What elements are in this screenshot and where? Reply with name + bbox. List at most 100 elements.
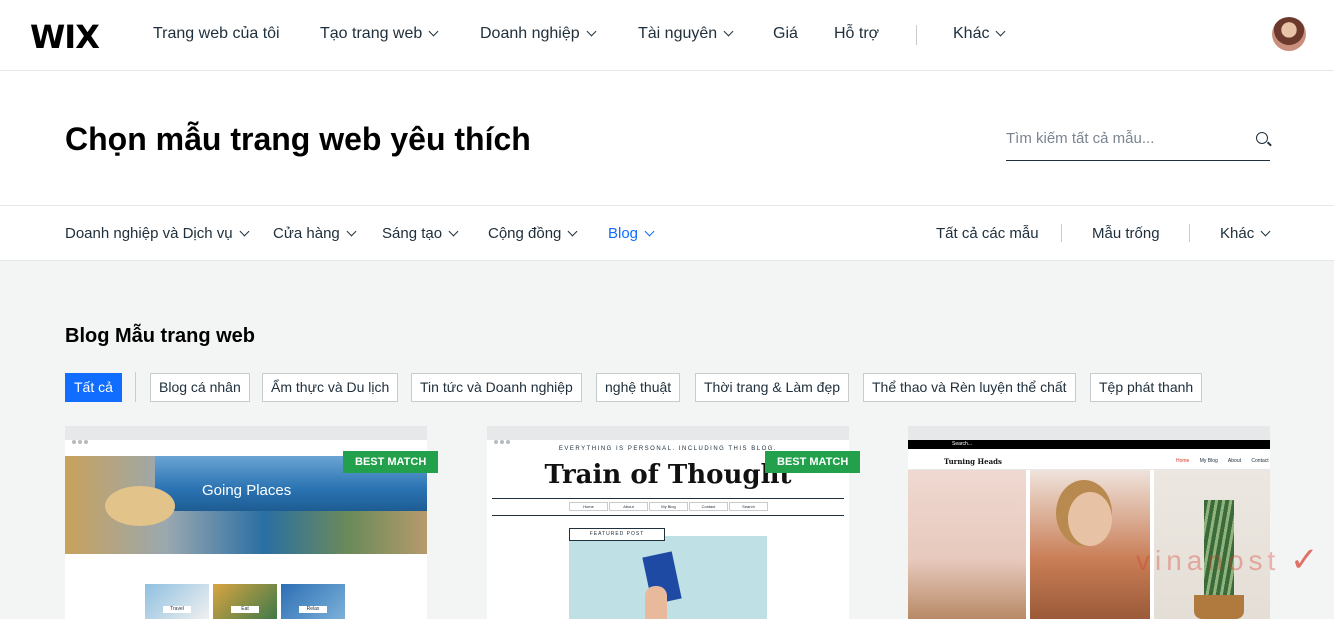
browser-bar [908,426,1270,444]
search-icon[interactable] [1256,132,1268,144]
nav-divider [916,25,917,45]
rule-line [492,515,844,516]
tile-label: Relax [299,606,327,613]
chevron-down-icon [346,226,357,237]
search-input[interactable] [1006,127,1236,147]
subnav-divider [1189,224,1190,242]
browser-bar [65,426,427,444]
filter-chip-food-travel[interactable]: Ẩm thực và Du lịch [262,373,399,402]
menu-item: My Blog [1199,458,1218,464]
all-templates-link[interactable]: Tất cả các mẫu [936,225,1039,242]
top-navigation: WIX Trang web của tôi Tạo trang web Doan… [0,0,1334,71]
nav-my-sites[interactable]: Trang web của tôi [153,25,280,43]
template-site-title: Turning Heads [944,457,1002,466]
preview-tile: Relax [281,584,345,619]
subnav-divider [1061,224,1062,242]
chevron-down-icon [239,226,250,237]
nav-label: Tài nguyên [638,25,718,42]
category-blog[interactable]: Blog [608,225,655,242]
nav-label: Trang web của tôi [153,25,280,42]
subnav-more[interactable]: Khác [1220,225,1271,242]
page-header: Chọn mẫu trang web yêu thích [0,71,1334,206]
nav-create-site[interactable]: Tạo trang web [320,25,439,43]
menu-item: About [609,502,648,511]
nav-business[interactable]: Doanh nghiệp [480,25,597,43]
best-match-badge: BEST MATCH [343,451,439,473]
portrait-photo [1030,470,1150,619]
hat-image [105,486,175,526]
nav-resources[interactable]: Tài nguyên [638,25,734,43]
wix-logo[interactable]: WIX [30,18,100,56]
nav-more[interactable]: Khác [953,25,1006,43]
chevron-down-icon [644,226,655,237]
chevron-down-icon [1260,226,1271,237]
filter-chip-podcast[interactable]: Tệp phát thanh [1090,373,1203,402]
chevron-down-icon [586,26,597,37]
template-search-text: Search... [952,441,973,447]
template-menu: Home My Blog About Contact [1176,458,1270,464]
user-avatar[interactable] [1272,17,1306,51]
category-navigation: Doanh nghiệp và Dịch vụ Cửa hàng Sáng tạ… [0,206,1334,261]
template-search [1006,127,1270,161]
window-dots-icon [494,431,514,444]
category-store[interactable]: Cửa hàng [273,225,357,242]
template-top-bar: Search... [908,440,1270,449]
window-dots-icon [72,431,92,444]
category-business-services[interactable]: Doanh nghiệp và Dịch vụ [65,225,250,242]
filter-chip-sports-fitness[interactable]: Thể thao và Rèn luyện thể chất [863,373,1076,402]
face-image [1068,492,1112,546]
blank-templates-link[interactable]: Mẫu trống [1092,225,1160,242]
window-dots-icon [915,431,935,444]
chevron-down-icon [428,26,439,37]
filter-chip-news-business[interactable]: Tin tức và Doanh nghiệp [411,373,582,402]
template-card-turning-heads[interactable]: Search... Turning Heads Home My Blog Abo… [908,426,1270,619]
nav-label: Hỗ trợ [834,25,880,42]
section-title: Blog Mẫu trang web [65,325,255,347]
interior-photo [908,470,1026,619]
link-label: Mẫu trống [1092,225,1160,242]
nav-label: Giá [773,25,798,42]
menu-item: Contact [1251,458,1269,464]
nav-label: Tạo trang web [320,25,423,42]
tile-label: Eat [231,606,259,613]
filter-chip-personal-blog[interactable]: Blog cá nhân [150,373,250,402]
preview-tile: Travel [145,584,209,619]
chip-divider [135,372,136,402]
browser-bar [487,426,849,444]
filter-chip-fashion-beauty[interactable]: Thời trang & Làm đẹp [695,373,850,402]
tile-label: Travel [163,606,191,613]
category-label: Doanh nghiệp và Dịch vụ [65,225,233,242]
hand-image [645,586,667,619]
link-label: Khác [1220,225,1255,242]
menu-item: Contact [689,502,728,511]
template-menu: Home About My Blog Contact Search [569,502,769,511]
featured-post-label: FEATURED POST [569,528,665,541]
menu-item: About [1227,458,1241,464]
chevron-down-icon [996,26,1006,37]
category-creative[interactable]: Sáng tạo [382,225,459,242]
chevron-down-icon [448,226,459,237]
rule-line [492,498,844,499]
category-community[interactable]: Cộng đồng [488,225,578,242]
best-match-badge: BEST MATCH [765,451,861,473]
nav-support[interactable]: Hỗ trợ [834,25,879,43]
menu-item: Search [729,502,768,511]
menu-item: Home [569,502,608,511]
menu-item: Home [1176,458,1190,464]
filter-chip-all[interactable]: Tất cả [65,373,122,402]
nav-pricing[interactable]: Giá [773,25,798,43]
page-title: Chọn mẫu trang web yêu thích [65,121,531,157]
category-label: Cộng đồng [488,225,562,242]
nav-label: Khác [953,25,990,42]
preview-tile: Eat [213,584,277,619]
category-label: Cửa hàng [273,225,340,242]
check-icon: ✓ [1290,541,1319,579]
category-label: Sáng tạo [382,225,443,242]
pot-image [1194,595,1244,619]
nav-label: Doanh nghiệp [480,25,580,42]
watermark-text: vinanost [1136,545,1281,576]
chevron-down-icon [567,226,578,237]
category-label: Blog [608,225,639,242]
link-label: Tất cả các mẫu [936,225,1039,242]
filter-chip-art[interactable]: nghệ thuật [596,373,681,402]
